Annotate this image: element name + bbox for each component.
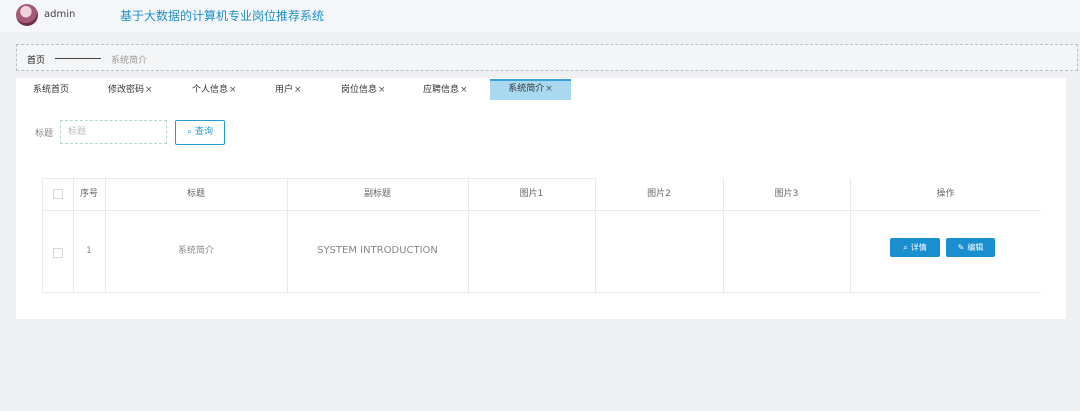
tab-label: 应聘信息	[423, 85, 460, 95]
edit-button-label: 编辑	[967, 243, 984, 252]
table-border	[42, 178, 43, 292]
cell-index: 1	[86, 246, 92, 256]
close-icon[interactable]: ×	[229, 85, 237, 95]
username[interactable]: admin	[44, 9, 75, 20]
search-icon: ⌕	[186, 127, 193, 137]
tab-label: 个人信息	[192, 85, 229, 95]
close-icon[interactable]: ×	[378, 85, 386, 95]
main-panel: 系统首页 修改密码× 个人信息× 用户× 岗位信息× 应聘信息× 系统简介× 标…	[16, 78, 1066, 319]
tab-application-info[interactable]: 应聘信息×	[423, 81, 468, 100]
tab-label: 岗位信息	[341, 85, 378, 95]
close-icon[interactable]: ×	[145, 85, 153, 95]
tab-personal-info[interactable]: 个人信息×	[192, 81, 237, 100]
breadcrumb-current: 系统简介	[111, 56, 148, 66]
tab-label: 系统首页	[33, 85, 70, 95]
breadcrumb-home[interactable]: 首页	[27, 53, 45, 66]
cell-image1	[468, 210, 595, 292]
tab-job-info[interactable]: 岗位信息×	[341, 81, 386, 100]
system-title: 基于大数据的计算机专业岗位推荐系统	[120, 9, 325, 23]
detail-button[interactable]: ⌕ 详情	[890, 238, 940, 257]
breadcrumb-separator	[55, 58, 101, 59]
title-search-input[interactable]	[60, 120, 167, 144]
column-header-title: 标题	[186, 189, 205, 199]
close-icon[interactable]: ×	[545, 84, 553, 94]
top-bar: admin 基于大数据的计算机专业岗位推荐系统	[0, 0, 1080, 32]
table-border	[42, 292, 1041, 293]
select-all-checkbox[interactable]	[53, 189, 63, 199]
edit-button[interactable]: ✎ 编辑	[946, 238, 995, 257]
avatar[interactable]	[16, 4, 38, 26]
column-header-image1: 图片1	[519, 189, 544, 199]
cell-image2	[595, 210, 723, 292]
tab-home[interactable]: 系统首页	[33, 81, 69, 100]
search-button-label: 查询	[195, 127, 214, 137]
tab-system-intro[interactable]: 系统简介×	[490, 79, 571, 100]
cell-subtitle: SYSTEM INTRODUCTION	[317, 245, 438, 256]
column-header-subtitle: 副标题	[363, 189, 391, 199]
pencil-icon: ✎	[957, 243, 965, 252]
close-icon[interactable]: ×	[460, 85, 468, 95]
tab-label: 修改密码	[108, 85, 145, 95]
search-button[interactable]: ⌕ 查询	[175, 120, 225, 145]
column-header-image2: 图片2	[647, 189, 671, 199]
tab-label: 用户	[275, 85, 294, 95]
search-icon: ⌕	[903, 243, 908, 252]
column-header-image3: 图片3	[774, 189, 799, 199]
column-header-index: 序号	[79, 189, 98, 199]
tab-users[interactable]: 用户×	[275, 81, 302, 100]
detail-button-label: 详情	[910, 243, 927, 252]
row-checkbox[interactable]	[53, 248, 63, 258]
cell-image3	[723, 210, 850, 292]
data-table: 序号 标题 副标题 图片1 图片2 图片3 操作 1 系统简介 SYSTEM I…	[42, 178, 1041, 293]
breadcrumb: 首页 系统简介	[16, 44, 1078, 71]
close-icon[interactable]: ×	[294, 85, 302, 95]
tab-change-password[interactable]: 修改密码×	[108, 81, 153, 100]
tab-label: 系统简介	[508, 84, 545, 94]
cell-title: 系统简介	[177, 246, 214, 256]
search-label: 标题	[35, 129, 54, 139]
column-header-actions: 操作	[936, 189, 955, 199]
